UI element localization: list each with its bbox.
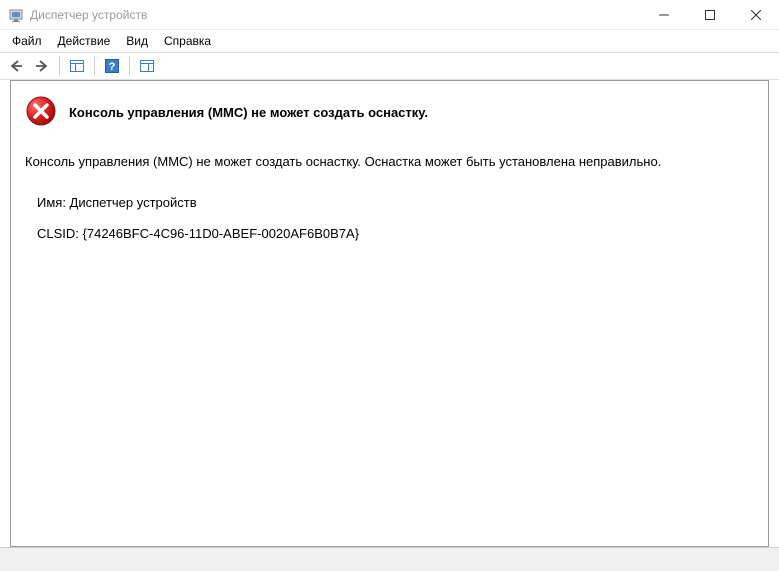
menu-file[interactable]: Файл: [4, 31, 50, 51]
show-hide-tree-button[interactable]: [65, 54, 89, 78]
content-area: Консоль управления (MMC) не может создат…: [10, 80, 769, 547]
error-message: Консоль управления (MMC) не может создат…: [25, 152, 754, 173]
error-title: Консоль управления (MMC) не может создат…: [69, 105, 428, 120]
menubar: Файл Действие Вид Справка: [0, 30, 779, 52]
error-header: Консоль управления (MMC) не может создат…: [25, 95, 754, 130]
action-pane-button[interactable]: [135, 54, 159, 78]
menu-help[interactable]: Справка: [156, 31, 219, 51]
svg-text:?: ?: [109, 61, 116, 73]
app-icon: [8, 7, 24, 23]
arrow-left-icon: [8, 58, 24, 74]
window-title: Диспетчер устройств: [30, 8, 641, 22]
forward-button[interactable]: [30, 54, 54, 78]
error-body: Консоль управления (MMC) не может создат…: [25, 152, 754, 244]
panel-icon: [69, 58, 85, 74]
menu-view[interactable]: Вид: [118, 31, 156, 51]
toolbar-separator: [59, 56, 60, 76]
back-button[interactable]: [4, 54, 28, 78]
close-button[interactable]: [733, 0, 779, 30]
error-name: Имя: Диспетчер устройств: [37, 193, 754, 214]
statusbar: [0, 547, 779, 571]
maximize-button[interactable]: [687, 0, 733, 30]
arrow-right-icon: [34, 58, 50, 74]
error-icon: [25, 95, 57, 130]
menu-action[interactable]: Действие: [50, 31, 119, 51]
help-button[interactable]: ?: [100, 54, 124, 78]
toolbar: ?: [0, 52, 779, 80]
panel-right-icon: [139, 58, 155, 74]
titlebar: Диспетчер устройств: [0, 0, 779, 30]
minimize-button[interactable]: [641, 0, 687, 30]
window-controls: [641, 0, 779, 29]
toolbar-separator: [94, 56, 95, 76]
error-clsid: CLSID: {74246BFC-4C96-11D0-ABEF-0020AF6B…: [37, 224, 754, 245]
toolbar-separator: [129, 56, 130, 76]
help-icon: ?: [104, 58, 120, 74]
